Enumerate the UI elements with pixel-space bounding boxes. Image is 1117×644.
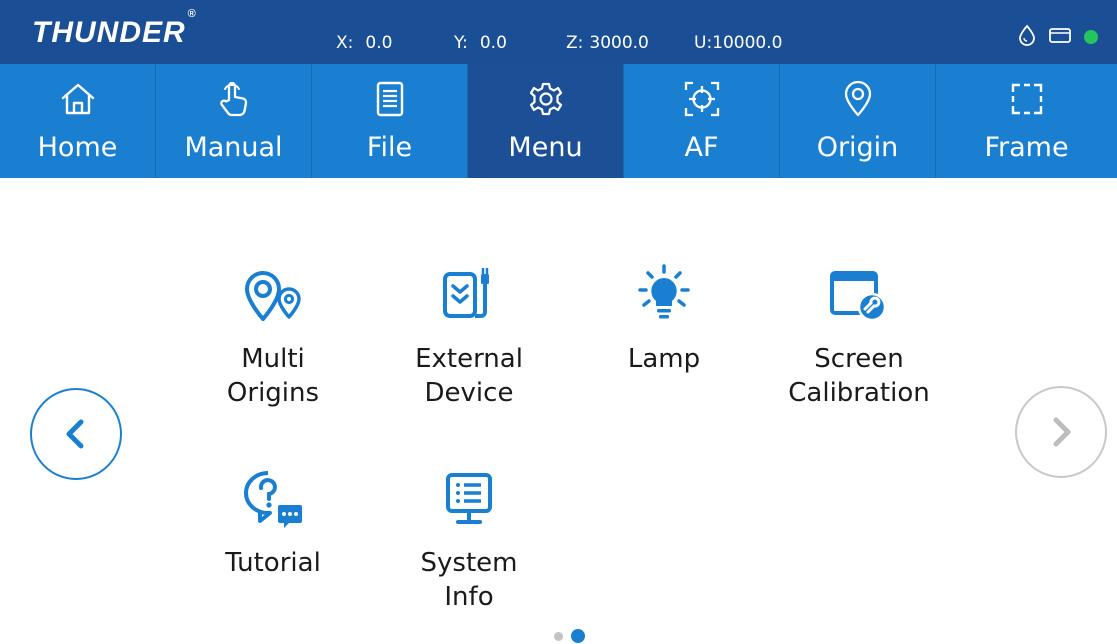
chevron-right-icon	[1053, 417, 1071, 447]
coord-x: X: 0.0	[336, 32, 392, 54]
coord-x-value: 0.0	[365, 33, 393, 53]
system-info-line2: Info	[444, 582, 494, 612]
brand-logo: THUNDER®	[32, 8, 197, 51]
nav-manual[interactable]: Manual	[156, 64, 312, 178]
multi-origins-line1: Multi	[241, 344, 305, 374]
nav-manual-label: Manual	[184, 132, 283, 163]
menu-tile-system-info[interactable]: System Info	[379, 466, 559, 614]
next-page-button[interactable]	[1015, 386, 1107, 478]
connection-status-dot	[1084, 30, 1098, 44]
system-info-monitor-icon	[441, 466, 497, 532]
menu-tile-label: Lamp	[628, 342, 700, 376]
lamp-line1: Lamp	[627, 344, 701, 374]
file-icon	[375, 80, 405, 118]
external-device-line1: External	[415, 344, 523, 374]
frame-icon	[1009, 80, 1045, 118]
page-indicator	[554, 629, 585, 643]
lamp-bulb-icon	[634, 262, 694, 328]
nav-file[interactable]: File	[312, 64, 468, 178]
card-slot-icon	[1048, 26, 1072, 48]
help-chat-icon	[240, 466, 306, 532]
hand-pointer-icon	[217, 80, 251, 118]
nav-file-label: File	[366, 132, 413, 163]
coord-u: U:10000.0	[694, 32, 782, 54]
status-bar: THUNDER® X: 0.0 Y: 0.0 Z: 3000.0 U:10000.0	[0, 0, 1117, 64]
nav-menu[interactable]: Menu	[468, 64, 624, 178]
gear-icon	[528, 80, 564, 118]
coord-y-value: 0.0	[479, 33, 507, 53]
status-icons	[1018, 24, 1098, 50]
coord-u-value: 10000.0	[712, 33, 783, 53]
external-device-icon	[439, 262, 499, 328]
nav-home[interactable]: Home	[0, 64, 156, 178]
location-pin-icon	[843, 80, 873, 118]
nav-frame[interactable]: Frame	[936, 64, 1117, 178]
nav-home-label: Home	[37, 132, 118, 163]
menu-tile-lamp[interactable]: Lamp	[574, 262, 754, 376]
menu-tile-label: External Device	[415, 342, 523, 410]
multi-pin-icon	[241, 262, 305, 328]
coord-y: Y: 0.0	[454, 32, 507, 54]
nav-origin[interactable]: Origin	[780, 64, 936, 178]
coord-z-label: Z:	[566, 33, 584, 53]
main-nav-bar: Home Manual File Menu AF Origin Frame	[0, 64, 1117, 178]
menu-tile-tutorial[interactable]: Tutorial	[183, 466, 363, 580]
home-icon	[59, 80, 97, 118]
coord-z: Z: 3000.0	[566, 32, 649, 54]
page-dot-1[interactable]	[554, 631, 563, 641]
external-device-line2: Device	[424, 378, 514, 408]
tutorial-line1: Tutorial	[225, 548, 321, 578]
menu-tile-label: Multi Origins	[227, 342, 319, 410]
registered-mark: ®	[187, 8, 197, 20]
nav-af-label: AF	[684, 132, 719, 163]
water-drop-icon	[1018, 24, 1036, 50]
brand-name: THUNDER	[32, 16, 186, 49]
coord-u-label: U:	[694, 33, 713, 53]
chevron-left-icon	[66, 419, 84, 449]
menu-tile-screen-calibration[interactable]: Screen Calibration	[769, 262, 949, 410]
coord-y-label: Y:	[454, 33, 468, 53]
nav-af[interactable]: AF	[624, 64, 780, 178]
nav-menu-label: Menu	[508, 132, 583, 163]
prev-page-button[interactable]	[30, 388, 122, 480]
autofocus-crosshair-icon	[683, 80, 721, 118]
coord-z-value: 3000.0	[589, 33, 649, 53]
multi-origins-line2: Origins	[226, 378, 320, 408]
screen-calibration-line1: Screen	[814, 344, 904, 374]
system-info-line1: System	[420, 548, 518, 578]
screen-calibration-icon	[827, 262, 891, 328]
screen-calibration-line2: Calibration	[788, 378, 930, 408]
menu-tile-multi-origins[interactable]: Multi Origins	[183, 262, 363, 410]
menu-tile-label: System Info	[421, 546, 518, 614]
menu-tile-label: Screen Calibration	[788, 342, 929, 410]
nav-origin-label: Origin	[816, 132, 899, 163]
menu-tile-external-device[interactable]: External Device	[379, 262, 559, 410]
menu-content: Multi Origins External Device Lamp Screen C…	[0, 178, 1117, 644]
nav-frame-label: Frame	[984, 132, 1069, 163]
page-dot-2-active[interactable]	[571, 629, 585, 643]
menu-tile-label: Tutorial	[225, 546, 321, 580]
coord-x-label: X:	[336, 33, 354, 53]
